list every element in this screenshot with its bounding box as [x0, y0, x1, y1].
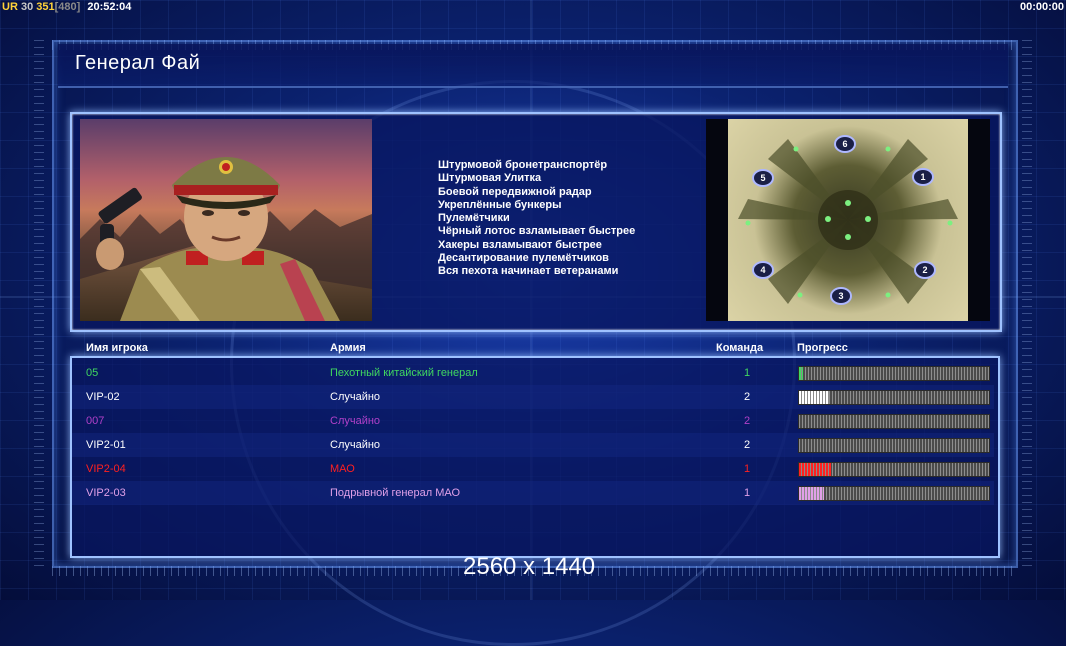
loading-progress-bar — [798, 366, 990, 381]
status-num1: 30 — [20, 1, 34, 13]
player-name: 007 — [86, 415, 105, 427]
table-row[interactable]: 007 Случайно 2 — [72, 409, 994, 433]
table-row[interactable]: VIP-02 Случайно 2 — [72, 385, 994, 409]
player-team: 1 — [744, 487, 751, 499]
player-army: Случайно — [330, 391, 381, 403]
trait-item: Пулемётчики — [438, 212, 510, 225]
player-army: Случайно — [330, 415, 381, 427]
column-header-army: Армия — [330, 342, 366, 354]
minimap-terrain: 6 1 2 3 4 5 — [728, 119, 968, 321]
player-team: 2 — [744, 439, 751, 451]
player-name: VIP2-01 — [86, 439, 126, 451]
loading-progress-bar — [798, 486, 990, 501]
player-army: Подрывной генерал МАО — [330, 487, 461, 499]
loading-progress-bar — [798, 414, 990, 429]
loading-progress-fill — [799, 391, 830, 404]
page-title: Генерал Фай — [75, 52, 201, 74]
start-position-marker[interactable]: 2 — [914, 261, 936, 279]
status-tag: UR — [2, 1, 18, 13]
title-bar — [58, 44, 1008, 88]
loading-progress-fill — [799, 367, 803, 380]
player-team: 1 — [744, 367, 751, 379]
trait-item: Хакеры взламывают быстрее — [438, 238, 602, 251]
column-header-progress: Прогресс — [797, 342, 848, 354]
frame-ruler — [34, 40, 44, 566]
resolution-label: 2560 x 1440 — [463, 553, 596, 580]
start-position-marker[interactable]: 5 — [752, 169, 774, 187]
player-name: 05 — [86, 367, 99, 379]
trait-item: Штурмовой бронетранспортёр — [438, 159, 608, 171]
table-row[interactable]: VIP2-01 Случайно 2 — [72, 433, 994, 457]
player-army: МАО — [330, 463, 355, 475]
status-timer: 00:00:00 — [1019, 1, 1064, 13]
trait-item: Боевой передвижной радар — [438, 185, 592, 198]
player-army: Пехотный китайский генерал — [330, 367, 478, 379]
column-header-player-name: Имя игрока — [86, 342, 148, 354]
start-position-marker[interactable]: 3 — [830, 287, 852, 305]
player-team: 2 — [744, 415, 751, 427]
start-position-marker[interactable]: 6 — [834, 135, 856, 153]
status-num2: 351 — [36, 1, 55, 13]
minimap: 6 1 2 3 4 5 — [706, 119, 990, 321]
table-row[interactable]: VIP2-03 Подрывной генерал МАО 1 — [72, 481, 994, 505]
player-name: VIP-02 — [86, 391, 120, 403]
frame-ruler — [1022, 40, 1032, 566]
player-name: VIP2-03 — [86, 487, 126, 499]
status-clock: 20:52:04 — [87, 1, 132, 13]
player-team: 2 — [744, 391, 751, 403]
general-traits-list: Штурмовой бронетранспортёр Штурмовая Ули… — [438, 159, 698, 279]
trait-item: Чёрный лотос взламывает быстрее — [438, 225, 636, 238]
table-row[interactable]: 05 Пехотный китайский генерал 1 — [72, 361, 994, 385]
status-bar: UR 30 351[480] 20:52:04 — [2, 0, 131, 14]
trait-item: Укреплённые бункеры — [438, 198, 562, 211]
trait-item: Вся пехота начинает ветеранами — [438, 265, 619, 278]
table-row[interactable]: VIP2-04 МАО 1 — [72, 457, 994, 481]
loading-progress-bar — [798, 462, 990, 477]
loading-progress-fill — [799, 463, 832, 476]
trait-item: Десантирование пулемётчиков — [438, 252, 609, 265]
loading-progress-fill — [799, 487, 824, 500]
status-num3: [480] — [54, 1, 81, 13]
player-army: Случайно — [330, 439, 381, 451]
start-position-marker[interactable]: 4 — [752, 261, 774, 279]
loading-progress-bar — [798, 438, 990, 453]
start-position-marker[interactable]: 1 — [912, 168, 934, 186]
trait-item: Штурмовая Улитка — [438, 172, 542, 185]
player-team: 1 — [744, 463, 751, 475]
loading-progress-bar — [798, 390, 990, 405]
column-header-team: Команда — [716, 342, 764, 354]
general-portrait — [80, 119, 372, 321]
player-name: VIP2-04 — [86, 463, 126, 475]
